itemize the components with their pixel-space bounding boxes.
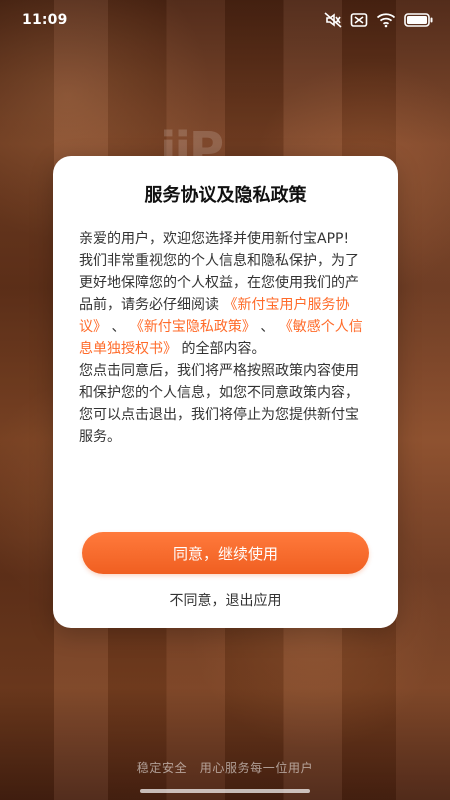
status-bar: 11:09 (0, 0, 450, 40)
privacy-policy-link[interactable]: 《新付宝隐私政策》 (130, 319, 256, 335)
splash-screen: 11:09 iiP 服务协议及隐私政策 亲爱的用户，欢迎您选择并使用新付宝APP… (0, 0, 450, 800)
link-separator: 、 (260, 319, 275, 335)
privacy-dialog: 服务协议及隐私政策 亲爱的用户，欢迎您选择并使用新付宝APP! 我们非常重视您的… (53, 156, 398, 628)
battery-icon (404, 13, 434, 27)
consent-paragraph: 您点击同意后，我们将严格按照政策内容使用和保护您的个人信息，如您不同意政策内容，… (79, 360, 372, 448)
status-time: 11:09 (22, 12, 68, 28)
wifi-icon (376, 12, 396, 28)
policy-intro-paragraph: 我们非常重视您的个人信息和隐私保护，为了更好地保障您的个人权益，在您使用我们的产… (79, 250, 372, 360)
footer-slogan: 稳定安全 用心服务每一位用户 (136, 761, 314, 775)
greeting-text-content: 亲爱的用户，欢迎您选择并使用新付宝APP! (79, 231, 350, 247)
mute-icon (324, 12, 342, 28)
home-indicator[interactable] (140, 789, 310, 793)
decline-exit-button[interactable]: 不同意，退出应用 (53, 589, 398, 611)
policy-after-links-text: 的全部内容。 (181, 341, 266, 357)
consent-text: 您点击同意后，我们将严格按照政策内容使用和保护您的个人信息，如您不同意政策内容，… (79, 363, 359, 445)
link-separator: 、 (111, 319, 126, 335)
status-icons (324, 12, 434, 28)
dialog-title: 服务协议及隐私政策 (144, 185, 307, 206)
greeting-text: 亲爱的用户，欢迎您选择并使用新付宝APP! (79, 228, 372, 250)
no-sim-icon (350, 12, 368, 28)
dialog-body: 亲爱的用户，欢迎您选择并使用新付宝APP! 我们非常重视您的个人信息和隐私保护，… (79, 228, 372, 448)
agree-continue-button[interactable]: 同意，继续使用 (82, 532, 369, 574)
